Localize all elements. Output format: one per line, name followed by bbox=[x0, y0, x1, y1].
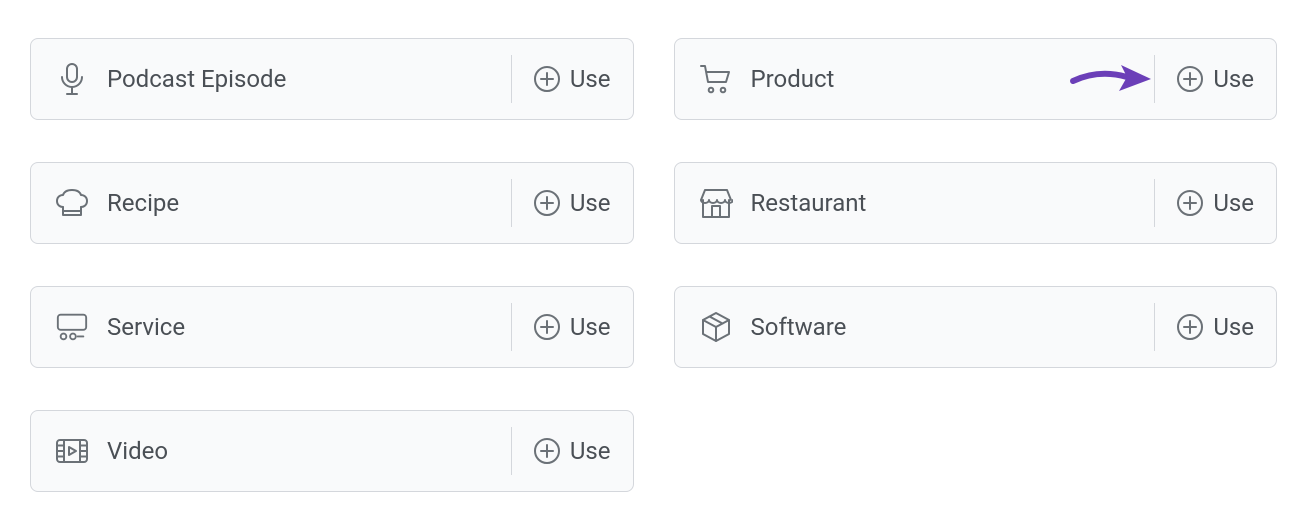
shopping-cart-icon bbox=[699, 62, 733, 96]
card-product[interactable]: Product Use bbox=[674, 38, 1278, 120]
card-label: Service bbox=[107, 313, 511, 341]
use-label: Use bbox=[570, 437, 611, 465]
card-label: Product bbox=[751, 65, 1155, 93]
plus-circle-icon bbox=[534, 66, 560, 92]
package-icon bbox=[699, 310, 733, 344]
card-restaurant[interactable]: Restaurant Use bbox=[674, 162, 1278, 244]
chef-hat-icon bbox=[55, 186, 89, 220]
use-label: Use bbox=[570, 313, 611, 341]
microphone-icon bbox=[55, 62, 89, 96]
card-label: Restaurant bbox=[751, 189, 1155, 217]
use-button-service[interactable]: Use bbox=[511, 303, 611, 351]
use-button-recipe[interactable]: Use bbox=[511, 179, 611, 227]
card-label: Podcast Episode bbox=[107, 65, 511, 93]
schema-cards-grid: Podcast Episode Use Product bbox=[30, 38, 1277, 492]
use-label: Use bbox=[1213, 189, 1254, 217]
plus-circle-icon bbox=[534, 314, 560, 340]
card-label: Recipe bbox=[107, 189, 511, 217]
use-label: Use bbox=[570, 189, 611, 217]
card-recipe[interactable]: Recipe Use bbox=[30, 162, 634, 244]
service-icon bbox=[55, 310, 89, 344]
use-button-restaurant[interactable]: Use bbox=[1154, 179, 1254, 227]
use-button-podcast-episode[interactable]: Use bbox=[511, 55, 611, 103]
use-label: Use bbox=[1213, 313, 1254, 341]
plus-circle-icon bbox=[1177, 66, 1203, 92]
card-podcast-episode[interactable]: Podcast Episode Use bbox=[30, 38, 634, 120]
use-button-video[interactable]: Use bbox=[511, 427, 611, 475]
plus-circle-icon bbox=[534, 438, 560, 464]
card-label: Software bbox=[751, 313, 1155, 341]
card-label: Video bbox=[107, 437, 511, 465]
use-label: Use bbox=[1213, 65, 1254, 93]
plus-circle-icon bbox=[534, 190, 560, 216]
use-button-software[interactable]: Use bbox=[1154, 303, 1254, 351]
plus-circle-icon bbox=[1177, 314, 1203, 340]
video-icon bbox=[55, 434, 89, 468]
use-label: Use bbox=[570, 65, 611, 93]
plus-circle-icon bbox=[1177, 190, 1203, 216]
use-button-product[interactable]: Use bbox=[1154, 55, 1254, 103]
card-software[interactable]: Software Use bbox=[674, 286, 1278, 368]
storefront-icon bbox=[699, 186, 733, 220]
card-video[interactable]: Video Use bbox=[30, 410, 634, 492]
card-service[interactable]: Service Use bbox=[30, 286, 634, 368]
